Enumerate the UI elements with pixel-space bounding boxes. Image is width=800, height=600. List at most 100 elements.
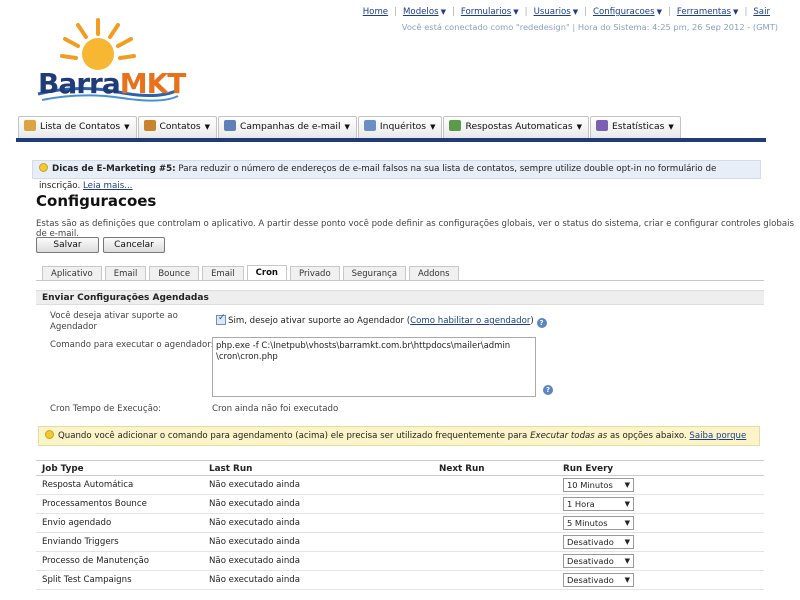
chevron-down-icon: ▼ [624,557,630,565]
run-every-select[interactable]: Desativado ▼ [563,535,634,549]
topnav-configuracoes[interactable]: Configuracoes [593,7,655,17]
tip-title: Dicas de E-Marketing #5: [52,164,176,174]
warning-italic: Executar todas as [530,431,608,441]
chevron-down-icon: ▼ [733,8,739,16]
chevron-down-icon: ▼ [624,576,630,584]
run-every-select[interactable]: Desativado ▼ [563,554,634,568]
settings-tab-3[interactable]: Email [202,266,244,281]
main-tab-label: Respostas Automaticas [465,121,573,132]
chevron-down-icon: ▼ [204,123,211,131]
header-job-type: Job Type [42,464,84,474]
settings-tab-4[interactable]: Cron [246,265,287,281]
main-tab-label: Estatísticas [612,121,665,132]
chevron-down-icon: ▼ [624,519,630,527]
settings-tab-0[interactable]: Aplicativo [42,266,102,281]
header-last-run: Last Run [209,464,253,474]
stats-icon [596,120,608,131]
learn-why-link[interactable]: Saiba porque [689,431,746,441]
main-tab-2[interactable]: Campanhas de e-mail ▼ [218,116,357,138]
settings-tab-7[interactable]: Addons [409,266,459,281]
lightbulb-icon [39,163,48,172]
main-tab-0[interactable]: Lista de Contatos ▼ [18,116,137,138]
chevron-down-icon: ▼ [440,8,446,16]
run-every-value: 1 Hora [567,499,595,509]
command-textarea[interactable]: php.exe -f C:\Inetpub\vhosts\barramkt.co… [212,337,536,397]
system-status: Você está conectado como "rededesign" | … [401,22,778,32]
job-type: Resposta Automática [42,480,134,490]
email-icon [224,120,237,131]
command-label: Comando para executar o agendador: [50,340,214,350]
settings-tab-1[interactable]: Email [104,266,147,281]
run-every-select[interactable]: 10 Minutos ▼ [563,478,634,492]
table-row: Enviando Triggers Não executado ainda Desa… [36,533,764,552]
chevron-down-icon: ▼ [513,8,519,16]
main-tab-label: Contatos [159,121,201,132]
settings-tab-6[interactable]: Segurança [342,266,407,281]
nav-separator: | [667,7,671,17]
enable-scheduler-label: Você deseja ativar suporte ao Agendador [50,311,178,332]
table-body: Resposta Automática Não executado ainda 10… [36,476,764,590]
settings-tabs: Aplicativo Email Bounce Email Cron Privado Seg… [42,265,462,281]
contacts-icon [143,120,156,131]
warning-text: Quando você adicionar o comando para age… [58,431,531,441]
topnav-sair[interactable]: Sair [753,7,770,17]
lightbulb-icon [45,430,54,439]
main-tab-5[interactable]: Estatísticas ▼ [590,116,681,138]
logo: BarraMKT [18,12,188,107]
table-row: Split Test Campaigns Não executado ainda D… [36,571,764,590]
last-run: Não executado ainda [209,575,301,585]
main-tab-label: Inquéritos [379,121,427,132]
job-type: Processo de Manutenção [42,556,149,566]
main-tab-1[interactable]: Contatos ▼ [137,116,218,138]
job-type: Split Test Campaigns [42,575,132,585]
last-run: Não executado ainda [209,537,301,547]
nav-divider [16,138,766,142]
nav-separator: | [744,7,748,17]
chevron-down-icon: ▼ [624,500,630,508]
main-tab-label: Lista de Contatos [40,121,121,132]
cancel-button[interactable]: Cancelar [103,237,165,253]
enable-scheduler-row: Sim, desejo ativar suporte ao Agendador … [216,313,547,328]
page-intro: Estas são as definições que controlam o … [36,219,794,239]
last-run: Não executado ainda [209,556,301,566]
table-row: Resposta Automática Não executado ainda 10… [36,476,764,495]
table-row: Envio agendado Não executado ainda 5 Minut… [36,514,764,533]
topnav-modelos[interactable]: Modelos [403,7,439,17]
run-every-select[interactable]: 5 Minutos ▼ [563,516,634,530]
tabs-divider [36,280,764,281]
job-type: Processamentos Bounce [42,499,147,509]
help-icon[interactable]: ? [536,318,547,328]
nav-separator: | [394,7,398,17]
command-line-2: \cron\cron.php [216,352,278,362]
last-run: Não executado ainda [209,499,301,509]
settings-tab-5[interactable]: Privado [289,266,340,281]
enable-scheduler-close: ) [530,316,534,326]
command-help-icon[interactable]: ? [543,385,553,395]
section-header: Enviar Configurações Agendadas [36,290,764,305]
logo-text: BarraMKT [38,67,186,100]
tip-read-more-link[interactable]: Leia mais... [83,181,133,191]
topnav-usuarios[interactable]: Usuarios [534,7,571,17]
warning-text-2: as opções abaixo. [607,431,690,441]
table-row: Processo de Manutenção Não executado aind… [36,552,764,571]
run-every-select[interactable]: 1 Hora ▼ [563,497,634,511]
run-every-select[interactable]: Desativado ▼ [563,573,634,587]
enable-scheduler-checkbox[interactable] [216,313,226,325]
topnav-ferramentas[interactable]: Ferramentas [677,7,731,17]
topnav-home[interactable]: Home [363,7,388,17]
job-type: Envio agendado [42,518,112,528]
run-every-value: 10 Minutos [567,480,613,490]
nav-separator: | [451,7,455,17]
chevron-down-icon: ▼ [624,538,630,546]
how-to-enable-link[interactable]: Como habilitar o agendador [410,316,530,326]
save-button[interactable]: Salvar [36,237,99,253]
settings-tab-2[interactable]: Bounce [149,266,200,281]
page-title: Configuracoes [36,192,157,210]
topnav-formularios[interactable]: Formularios [461,7,511,17]
main-tab-3[interactable]: Inquéritos ▼ [357,116,443,138]
tip-banner: Dicas de E-Marketing #5: Para reduzir o … [32,160,761,191]
chevron-down-icon: ▼ [344,123,350,131]
autoresponder-icon [449,120,462,131]
warning-banner: Quando você adicionar o comando para age… [38,426,760,446]
main-tab-4[interactable]: Respostas Automaticas ▼ [443,116,589,138]
